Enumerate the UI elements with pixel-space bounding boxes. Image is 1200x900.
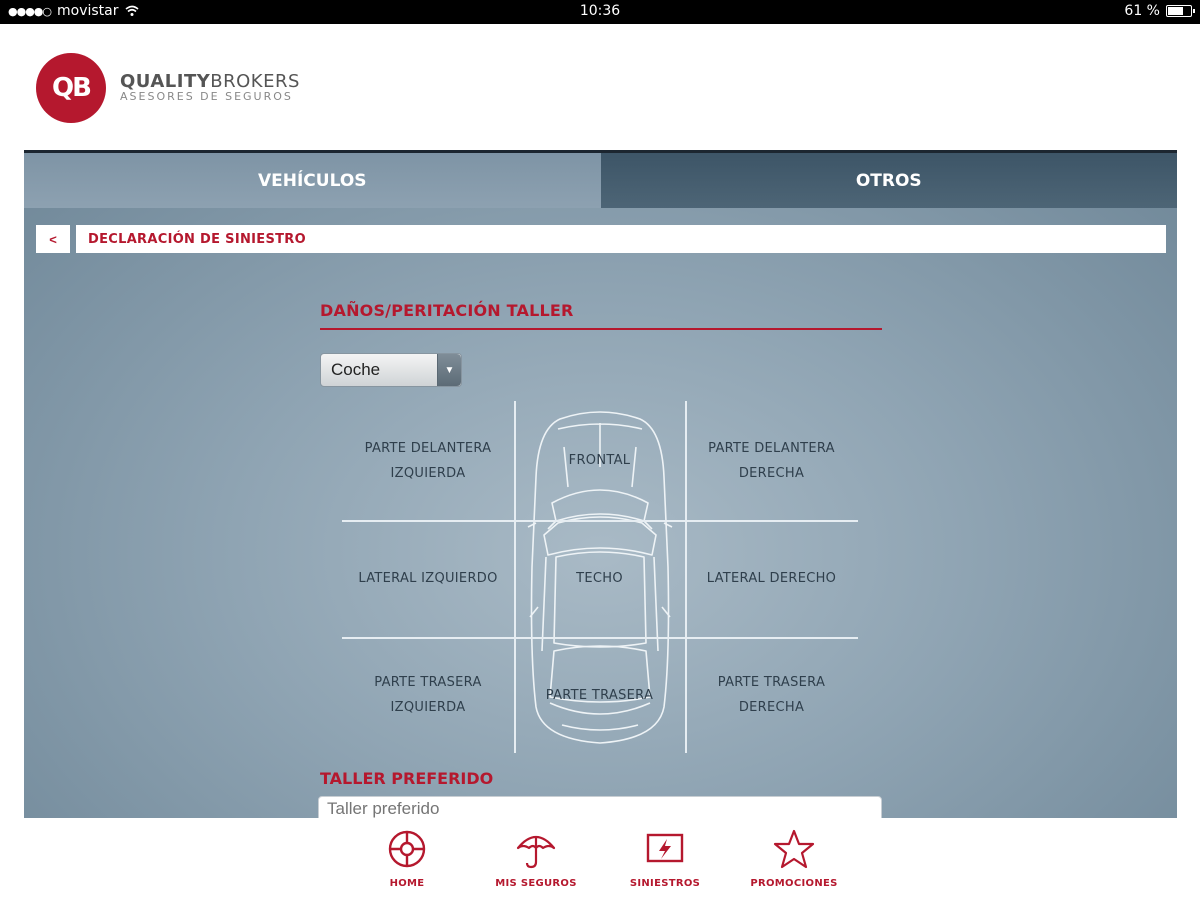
star-icon <box>773 829 815 869</box>
status-time: 10:36 <box>579 3 621 19</box>
nav-siniestros[interactable]: SINIESTROS <box>605 828 725 889</box>
zone-front-right-label: PARTE DELANTERA DERECHA <box>708 436 835 486</box>
logo-text: QUALITYBROKERS ASESORES DE SEGUROS <box>120 71 300 103</box>
zone-front-left-label: PARTE DELANTERA IZQUIERDA <box>365 436 492 486</box>
zone-front-left-line2: IZQUIERDA <box>390 465 466 481</box>
nav-promociones-label: PROMOCIONES <box>750 878 838 889</box>
brand-name-light: BROKERS <box>210 71 300 92</box>
status-bar: ●●●●○ movistar 10:36 61 % <box>0 0 1200 24</box>
vehicle-type-value: Coche <box>331 360 381 379</box>
zone-side-right[interactable]: LATERAL DERECHO <box>685 520 858 637</box>
nav-home[interactable]: HOME <box>347 828 467 889</box>
tab-bar: VEHÍCULOS OTROS <box>24 153 1177 208</box>
logo-mark[interactable]: QB <box>36 53 106 123</box>
zone-rear-label: PARTE TRASERA <box>545 687 654 703</box>
zone-rear-left[interactable]: PARTE TRASERA IZQUIERDA <box>342 637 514 753</box>
lightning-screen-icon <box>646 833 684 863</box>
zone-rear[interactable]: PARTE TRASERA <box>514 637 685 753</box>
battery-fill <box>1168 7 1183 15</box>
zone-roof[interactable]: TECHO <box>514 520 685 637</box>
breadcrumb: < DECLARACIÓN DE SINIESTRO <box>36 225 1166 253</box>
zone-front-right[interactable]: PARTE DELANTERA DERECHA <box>685 401 858 520</box>
brand-tagline: ASESORES DE SEGUROS <box>120 90 293 103</box>
zone-rear-left-line1: PARTE TRASERA <box>374 675 482 690</box>
zone-front-left[interactable]: PARTE DELANTERA IZQUIERDA <box>342 401 514 520</box>
nav-promociones[interactable]: PROMOCIONES <box>734 828 854 889</box>
zone-rear-right-line2: DERECHA <box>738 700 805 715</box>
chevron-down-icon[interactable]: ▼ <box>437 354 461 386</box>
zone-rear-right-line1: PARTE TRASERA <box>717 675 826 690</box>
tab-otros[interactable]: OTROS <box>600 153 1177 208</box>
battery-icon <box>1166 5 1195 17</box>
nav-mis-seguros[interactable]: MIS SEGUROS <box>476 828 596 889</box>
tab-vehiculos[interactable]: VEHÍCULOS <box>24 153 601 208</box>
zone-side-right-label: LATERAL DERECHO <box>706 571 837 586</box>
zone-front-left-line1: PARTE DELANTERA <box>364 440 492 456</box>
car-damage-diagram: PARTE DELANTERA IZQUIERDA FRONTAL PARTE D… <box>342 401 858 753</box>
crosshair-icon <box>388 830 426 868</box>
zone-rear-left-label: PARTE TRASERA IZQUIERDA <box>374 670 481 720</box>
main-panel: VEHÍCULOS OTROS < DECLARACIÓN DE SINIEST… <box>24 150 1177 822</box>
nav-mis-seguros-label: MIS SEGUROS <box>495 878 577 889</box>
zone-front-right-line2: DERECHA <box>738 465 805 481</box>
zone-side-left[interactable]: LATERAL IZQUIERDO <box>342 520 514 637</box>
zone-rear-right-label: PARTE TRASERA DERECHA <box>718 670 825 720</box>
nav-home-label: HOME <box>389 878 425 889</box>
status-right: 61 % <box>1124 3 1195 19</box>
zone-front[interactable]: FRONTAL <box>514 401 685 520</box>
zone-rear-right[interactable]: PARTE TRASERA DERECHA <box>685 637 858 753</box>
brand-name-bold: QUALITY <box>120 71 211 92</box>
damage-section-title: DAÑOS/PERITACIÓN TALLER <box>320 301 882 330</box>
zone-front-label: FRONTAL <box>568 453 631 468</box>
nav-siniestros-label: SINIESTROS <box>629 878 701 889</box>
workshop-section-title: TALLER PREFERIDO <box>320 769 494 788</box>
page-title: DECLARACIÓN DE SINIESTRO <box>76 225 1166 253</box>
zone-side-left-label: LATERAL IZQUIERDO <box>358 571 498 586</box>
zone-front-right-line1: PARTE DELANTERA <box>708 440 835 456</box>
zone-roof-label: TECHO <box>576 571 623 586</box>
zone-rear-left-line2: IZQUIERDA <box>390 700 466 715</box>
brand-name: QUALITYBROKERS <box>120 71 300 92</box>
umbrella-icon <box>516 835 556 869</box>
vehicle-type-select[interactable]: Coche ▼ <box>320 353 462 387</box>
bottom-navigation: HOME MIS SEGUROS SINIESTROS PROMOCIONES <box>0 818 1200 900</box>
app-header: QB QUALITYBROKERS ASESORES DE SEGUROS <box>0 24 1200 150</box>
back-button[interactable]: < <box>36 225 70 253</box>
battery-percent: 61 % <box>1124 3 1160 19</box>
